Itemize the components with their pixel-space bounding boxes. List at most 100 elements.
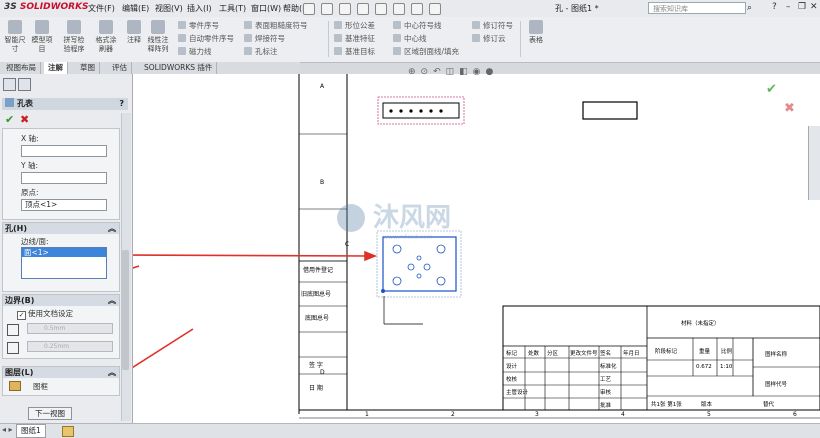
revision-cloud-button[interactable]: 修订云: [472, 33, 506, 44]
x-axis-field[interactable]: [21, 145, 107, 157]
menu-tools[interactable]: 工具(T): [219, 3, 246, 14]
revision-cloud-icon: [472, 34, 480, 42]
checkbox-icon[interactable]: ✓: [17, 311, 26, 320]
sheet-nav-arrows[interactable]: ◂ ▸: [2, 425, 13, 434]
table-icon: [529, 20, 543, 34]
menu-window[interactable]: 窗口(W): [251, 3, 281, 14]
next-view-button[interactable]: 下一视图: [28, 407, 72, 420]
tables-button[interactable]: 表格: [524, 20, 548, 45]
left-registration-block: 借用件登记 旧底图总号 底图总号 签 字 日 期: [298, 260, 348, 411]
collapse-icon[interactable]: ︽: [108, 223, 116, 234]
smart-dimension-button[interactable]: 智能尺寸: [3, 20, 27, 54]
border-thickness-select[interactable]: 0.5mm: [27, 323, 113, 334]
watermark: 沐风网 www.mfcad.com: [337, 203, 451, 241]
drawing-name-text: 图样名称: [765, 350, 788, 358]
feature-tree-icon[interactable]: [3, 78, 16, 91]
sheet-tab[interactable]: 图纸1: [16, 424, 46, 438]
strip-view[interactable]: [377, 96, 465, 125]
tab-sketch[interactable]: 草图: [76, 62, 100, 74]
holes-group-header[interactable]: 孔(H) ︽: [3, 223, 119, 234]
undo-icon[interactable]: [375, 2, 387, 15]
model-items-icon: [35, 20, 49, 34]
origin-field[interactable]: 顶点<1>: [21, 199, 107, 211]
search-input[interactable]: 搜索知识库: [648, 2, 746, 14]
tab-view-layout[interactable]: 视图布局: [2, 62, 41, 74]
close-window-icon[interactable]: ✕: [810, 2, 818, 12]
center-mark-button[interactable]: 中心符号线: [393, 20, 442, 31]
svg-text:1:10: 1:10: [720, 364, 733, 370]
datum-target-button[interactable]: 基准目标: [334, 46, 375, 57]
menu-view[interactable]: 视图(V): [155, 3, 183, 14]
note-button[interactable]: 注释: [122, 20, 146, 45]
add-sheet-icon[interactable]: [62, 426, 74, 437]
geometric-tolerance-button[interactable]: 形位公差: [334, 20, 375, 31]
help-icon[interactable]: ?: [772, 2, 777, 12]
layer-icon: [9, 381, 21, 391]
spell-check-button[interactable]: 拼写检验程序: [62, 20, 86, 54]
menu-file[interactable]: 文件(F): [88, 3, 115, 14]
pm-scroll-thumb[interactable]: [122, 250, 129, 370]
collapse-icon[interactable]: ︽: [108, 295, 116, 306]
layer-group-header[interactable]: 图层(L) ︽: [3, 367, 119, 378]
layer-select[interactable]: 图框: [33, 381, 48, 392]
ribbon-separator: [520, 21, 521, 57]
surface-finish-button[interactable]: 表面粗糙度符号: [244, 20, 308, 31]
app-logo[interactable]: 3S SOLIDWORKS: [4, 2, 89, 12]
svg-text:设计: 设计: [506, 362, 518, 370]
balloon-button[interactable]: 零件序号: [178, 20, 219, 31]
y-axis-field[interactable]: [21, 172, 107, 184]
svg-text:标准化: 标准化: [600, 362, 617, 370]
border-group-header[interactable]: 边界(B) ︽: [3, 295, 119, 306]
hole-callout-button[interactable]: 孔标注: [244, 46, 278, 57]
select-icon[interactable]: [393, 2, 405, 15]
material-text: 材料（未指定）: [681, 319, 720, 327]
area-hatch-button[interactable]: 区域剖面线/填充: [393, 46, 459, 57]
list-item[interactable]: 面<1>: [22, 248, 106, 257]
weld-symbol-button[interactable]: 焊接符号: [244, 33, 285, 44]
format-painter-button[interactable]: 格式涂刷器: [94, 20, 118, 54]
new-icon[interactable]: [303, 2, 315, 15]
tab-addins[interactable]: SOLIDWORKS 插件: [140, 62, 218, 74]
restore-icon[interactable]: ❐: [798, 2, 806, 12]
left-block-label: 借用件登记: [303, 266, 333, 274]
svg-text:重量: 重量: [699, 347, 711, 355]
save-icon[interactable]: [339, 2, 351, 15]
cancel-button[interactable]: ✖: [20, 113, 29, 126]
use-doc-setting-checkbox[interactable]: ✓ 使用文档设定: [17, 308, 73, 320]
svg-text:主管设计: 主管设计: [506, 388, 529, 396]
datum-feature-button[interactable]: 基准特征: [334, 33, 375, 44]
svg-text:年月日: 年月日: [623, 349, 640, 357]
rebuild-icon[interactable]: [411, 2, 423, 15]
zone-number: 1: [365, 411, 369, 418]
model-items-button[interactable]: 模型项目: [30, 20, 54, 54]
border-line-select[interactable]: 0.25mm: [27, 341, 113, 352]
rectangle-view[interactable]: [582, 101, 638, 120]
search-icon[interactable]: ⌕: [747, 2, 757, 14]
minimize-icon[interactable]: –: [786, 2, 791, 12]
property-manager-icon[interactable]: [18, 78, 31, 91]
ok-button[interactable]: ✔: [5, 113, 14, 126]
help-button[interactable]: ?: [119, 98, 124, 110]
print-icon[interactable]: [357, 2, 369, 15]
auto-balloon-button[interactable]: 自动零件序号: [178, 33, 234, 44]
options-icon[interactable]: [429, 2, 441, 15]
tab-annotation[interactable]: 注解: [44, 62, 68, 74]
menu-insert[interactable]: 插入(I): [187, 3, 212, 14]
left-block-label: 签 字: [309, 361, 323, 369]
revision-symbol-icon: [472, 21, 480, 29]
edges-faces-list[interactable]: 面<1>: [21, 247, 107, 279]
zone-label: D: [320, 369, 325, 376]
tab-evaluate[interactable]: 评估: [108, 62, 132, 74]
annotation-arrows: [133, 250, 378, 369]
hole-table-icon: [5, 98, 14, 107]
weld-symbol-icon: [244, 34, 252, 42]
revision-symbol-button[interactable]: 修订符号: [472, 20, 513, 31]
collapse-icon[interactable]: ︽: [108, 367, 116, 378]
linear-note-pattern-button[interactable]: 线性注释阵列: [146, 20, 170, 54]
balloon-icon: [178, 21, 186, 29]
centerline-button[interactable]: 中心线: [393, 33, 427, 44]
left-block-label: 旧底图总号: [301, 290, 331, 298]
magnetic-line-button[interactable]: 磁力线: [178, 46, 212, 57]
menu-edit[interactable]: 编辑(E): [122, 3, 149, 14]
open-icon[interactable]: [321, 2, 333, 15]
